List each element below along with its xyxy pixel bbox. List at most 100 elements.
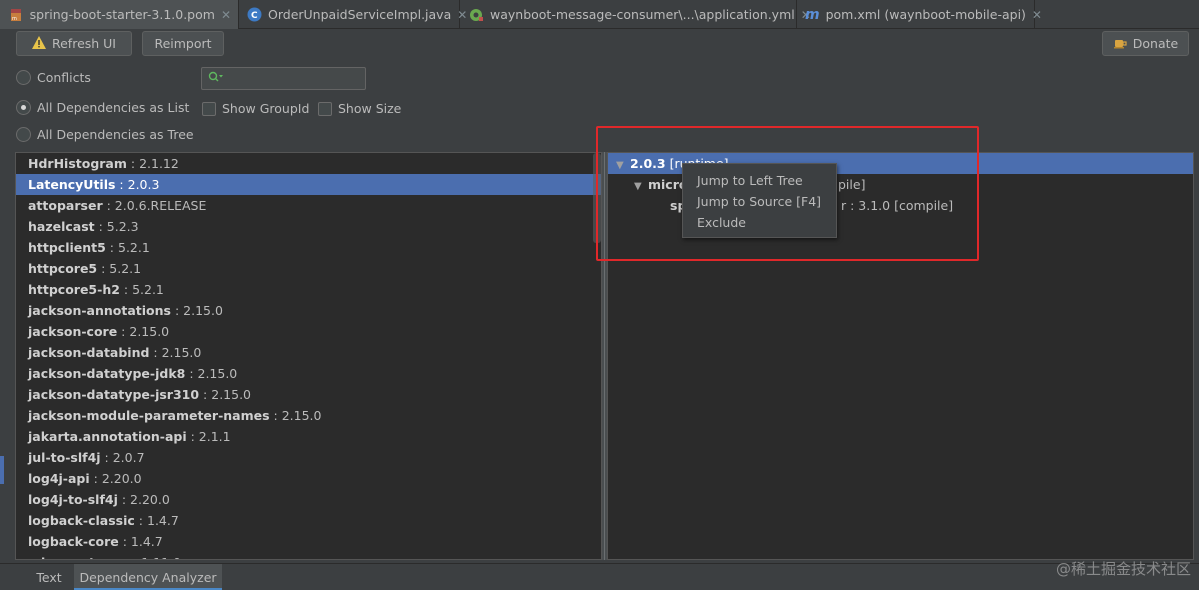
dependency-version: : 5.2.3 xyxy=(94,219,139,234)
all-tree-label: All Dependencies as Tree xyxy=(37,127,194,142)
dependency-version: : 2.0.3 xyxy=(115,177,160,192)
dependency-row[interactable]: jackson-module-parameter-names : 2.15.0 xyxy=(16,405,601,426)
dependency-name: httpclient5 xyxy=(28,240,106,255)
dependency-row[interactable]: micrometer-... : 1.11.0 xyxy=(16,552,601,559)
bottom-tab-bar: Text Dependency Analyzer xyxy=(0,563,1199,590)
tab-application-yml[interactable]: waynboot-message-consumer\...\applicatio… xyxy=(460,0,811,29)
dependency-version: : 2.1.12 xyxy=(126,156,179,171)
conflicts-radio[interactable]: Conflicts xyxy=(16,70,91,85)
dependency-name: HdrHistogram xyxy=(28,156,127,171)
dependency-name: jackson-core xyxy=(28,324,118,339)
reimport-button[interactable]: Reimport xyxy=(142,31,224,56)
dependency-row[interactable]: jackson-datatype-jdk8 : 2.15.0 xyxy=(16,363,601,384)
search-field[interactable] xyxy=(228,71,358,86)
dependency-row[interactable]: jackson-core : 2.15.0 xyxy=(16,321,601,342)
search-icon xyxy=(208,71,224,86)
editor-tab-bar: m spring-boot-starter-3.1.0.pom ✕ C Orde… xyxy=(0,0,1199,29)
all-list-label: All Dependencies as List xyxy=(37,100,190,115)
svg-text:C: C xyxy=(251,11,258,21)
dependency-name: logback-classic xyxy=(28,513,135,528)
search-input[interactable] xyxy=(201,67,366,90)
dependency-version: : 2.20.0 xyxy=(117,492,170,507)
tab-label: spring-boot-starter-3.1.0.pom xyxy=(29,7,215,22)
dependency-version: : 2.15.0 xyxy=(117,324,170,339)
tab-label: pom.xml (waynboot-mobile-api) xyxy=(825,7,1026,22)
maven-m-icon: m xyxy=(805,6,820,23)
dependency-version: : 1.4.7 xyxy=(134,513,179,528)
show-size-label: Show Size xyxy=(338,101,402,116)
dependency-version: : 2.15.0 xyxy=(185,366,238,381)
java-class-icon: C xyxy=(247,7,262,23)
dependency-name: jul-to-slf4j xyxy=(28,450,101,465)
tab-spring-boot-starter-pom[interactable]: m spring-boot-starter-3.1.0.pom ✕ xyxy=(0,0,239,29)
dependency-row[interactable]: jackson-annotations : 2.15.0 xyxy=(16,300,601,321)
tab-text[interactable]: Text xyxy=(24,564,74,590)
dependency-name: jakarta.annotation-api xyxy=(28,429,187,444)
tab-label: waynboot-message-consumer\...\applicatio… xyxy=(490,7,795,22)
refresh-ui-label: Refresh UI xyxy=(51,36,116,51)
radio-indicator[interactable] xyxy=(16,127,31,142)
dependency-name: jackson-module-parameter-names xyxy=(28,408,270,423)
highlight-box xyxy=(596,126,979,261)
dependency-row[interactable]: HdrHistogram : 2.1.12 xyxy=(16,153,601,174)
dependency-name: jackson-annotations xyxy=(28,303,171,318)
warning-icon xyxy=(31,35,46,52)
refresh-ui-button[interactable]: Refresh UI xyxy=(16,31,132,56)
conflicts-label: Conflicts xyxy=(37,70,91,85)
close-icon[interactable]: ✕ xyxy=(221,8,231,22)
dependency-name: attoparser xyxy=(28,198,103,213)
checkbox-indicator[interactable] xyxy=(318,101,332,116)
dependency-name: jackson-databind xyxy=(28,345,150,360)
dependency-version: : 1.11.0 xyxy=(129,555,181,559)
dependency-name: micrometer-... xyxy=(28,555,129,559)
maven-pom-icon: m xyxy=(8,7,24,23)
tab-dependency-analyzer[interactable]: Dependency Analyzer xyxy=(74,564,222,590)
all-dependencies-tree-radio[interactable]: All Dependencies as Tree xyxy=(16,127,194,142)
radio-indicator[interactable] xyxy=(16,100,31,115)
show-size-checkbox[interactable]: Show Size xyxy=(318,101,401,116)
dependency-version: : 2.15.0 xyxy=(149,345,202,360)
dependency-version: : 1.4.7 xyxy=(118,534,163,549)
dependency-row[interactable]: httpcore5 : 5.2.1 xyxy=(16,258,601,279)
dependency-name: log4j-to-slf4j xyxy=(28,492,118,507)
checkbox-indicator[interactable] xyxy=(202,101,216,116)
dependency-row[interactable]: httpclient5 : 5.2.1 xyxy=(16,237,601,258)
dependency-name: LatencyUtils xyxy=(28,177,116,192)
dependency-row[interactable]: jackson-datatype-jsr310 : 2.15.0 xyxy=(16,384,601,405)
dependency-name: hazelcast xyxy=(28,219,95,234)
dependency-row[interactable]: jakarta.annotation-api : 2.1.1 xyxy=(16,426,601,447)
show-groupid-label: Show GroupId xyxy=(222,101,310,116)
close-icon[interactable]: ✕ xyxy=(1032,8,1042,22)
side-marker xyxy=(0,456,4,484)
coffee-icon xyxy=(1113,35,1127,52)
yaml-icon xyxy=(468,7,484,23)
dependency-row[interactable]: httpcore5-h2 : 5.2.1 xyxy=(16,279,601,300)
dependency-row[interactable]: LatencyUtils : 2.0.3 xyxy=(16,174,601,195)
dependency-name: log4j-api xyxy=(28,471,90,486)
radio-indicator[interactable] xyxy=(16,70,31,85)
dependency-version: : 5.2.1 xyxy=(97,261,142,276)
tab-pom-mobile-api[interactable]: m pom.xml (waynboot-mobile-api) ✕ xyxy=(797,0,1042,29)
dependency-version: : 2.15.0 xyxy=(170,303,223,318)
tab-label: OrderUnpaidServiceImpl.java xyxy=(268,7,452,22)
dependency-row[interactable]: hazelcast : 5.2.3 xyxy=(16,216,601,237)
dependency-row[interactable]: logback-classic : 1.4.7 xyxy=(16,510,601,531)
dependency-list-panel: HdrHistogram : 2.1.12 LatencyUtils : 2.0.… xyxy=(15,152,602,560)
svg-text:m: m xyxy=(12,16,17,22)
show-groupid-checkbox[interactable]: Show GroupId xyxy=(202,101,309,116)
dependency-version: : 5.2.1 xyxy=(105,240,150,255)
donate-button[interactable]: Donate xyxy=(1102,31,1189,56)
tab-order-unpaid-service[interactable]: C OrderUnpaidServiceImpl.java ✕ xyxy=(239,0,467,29)
dependency-row[interactable]: log4j-api : 2.20.0 xyxy=(16,468,601,489)
dependency-row[interactable]: logback-core : 1.4.7 xyxy=(16,531,601,552)
dependency-name: jackson-datatype-jdk8 xyxy=(28,366,186,381)
dependency-version: : 2.20.0 xyxy=(89,471,142,486)
dependency-row[interactable]: jackson-databind : 2.15.0 xyxy=(16,342,601,363)
dependency-row[interactable]: attoparser : 2.0.6.RELEASE xyxy=(16,195,601,216)
all-dependencies-list-radio[interactable]: All Dependencies as List xyxy=(16,100,189,115)
dependency-version: : 2.0.7 xyxy=(100,450,145,465)
dependency-row[interactable]: jul-to-slf4j : 2.0.7 xyxy=(16,447,601,468)
donate-label: Donate xyxy=(1132,36,1179,51)
dependency-row[interactable]: log4j-to-slf4j : 2.20.0 xyxy=(16,489,601,510)
dependency-version: : 2.0.6.RELEASE xyxy=(102,198,207,213)
